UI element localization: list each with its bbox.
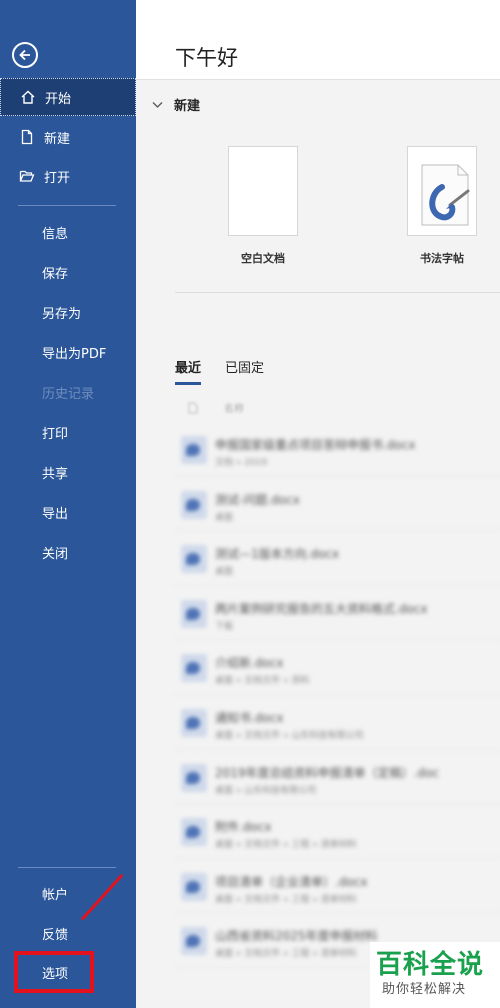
nav-open[interactable]: 打开 bbox=[0, 157, 136, 195]
nav-info-label: 信息 bbox=[42, 226, 69, 242]
nav-export-label: 导出 bbox=[42, 506, 69, 522]
nav-new-label: 新建 bbox=[44, 131, 71, 147]
word-doc-icon bbox=[181, 654, 207, 683]
nav-home[interactable]: 开始 bbox=[0, 78, 136, 116]
file-column-icon bbox=[188, 402, 198, 413]
file-name: 介绍新.docx bbox=[215, 656, 284, 671]
sidebar-divider bbox=[18, 205, 116, 206]
tab-pinned[interactable]: 已固定 bbox=[225, 357, 264, 385]
calligraphy-brush-icon bbox=[421, 164, 470, 226]
file-path: 桌面 » 文档文件 » 山东科技有限公司 bbox=[215, 730, 364, 741]
nav-share[interactable]: 共享 bbox=[0, 453, 136, 491]
list-item[interactable]: 2019年度总结资料申报清单（定稿）.doc 桌面 » 山东科技有限公司 bbox=[175, 750, 500, 805]
nav-share-label: 共享 bbox=[42, 466, 69, 482]
list-item[interactable]: 申报国家级重点项目答辩申报书.docx 文档 » 2019 bbox=[175, 422, 500, 477]
new-section-toggle[interactable]: 新建 bbox=[152, 95, 200, 114]
word-doc-icon bbox=[181, 490, 207, 519]
nav-save-as-label: 另存为 bbox=[42, 306, 82, 322]
word-doc-icon bbox=[181, 599, 207, 628]
file-name: 测试-问题.docx bbox=[215, 492, 300, 507]
file-path: 桌面 bbox=[215, 512, 234, 523]
list-item[interactable]: 两片案例研究报告的五大资料格式.docx 下载 bbox=[175, 586, 500, 641]
folder-open-icon bbox=[18, 167, 36, 185]
recent-tabs: 最近 已固定 bbox=[175, 357, 288, 385]
file-path: 文档 » 2019 bbox=[215, 458, 268, 468]
file-path: 下载 bbox=[215, 621, 234, 632]
word-doc-icon bbox=[181, 872, 207, 901]
nav-home-label: 开始 bbox=[45, 91, 72, 107]
nav-account-label: 帐户 bbox=[42, 887, 69, 903]
list-item[interactable]: 测试—1版本方向.docx 桌面 bbox=[175, 531, 500, 586]
file-path: 桌面 bbox=[215, 567, 234, 578]
nav-feedback-label: 反馈 bbox=[42, 927, 69, 943]
file-name: 2019年度总结资料申报清单（定稿）.doc bbox=[215, 765, 439, 780]
nav-feedback[interactable]: 反馈 bbox=[0, 914, 136, 952]
recent-file-list: 申报国家级重点项目答辩申报书.docx 文档 » 2019 测试-问题.docx… bbox=[175, 422, 500, 968]
word-doc-icon bbox=[181, 436, 207, 464]
nav-export-pdf-label: 导出为PDF bbox=[42, 346, 107, 362]
watermark-title: 百科全说 bbox=[376, 950, 485, 980]
word-doc-icon bbox=[181, 818, 207, 847]
nav-info[interactable]: 信息 bbox=[0, 213, 136, 251]
annotation-highlight-box bbox=[14, 951, 94, 993]
nav-export-pdf[interactable]: 导出为PDF bbox=[0, 333, 136, 371]
nav-print-label: 打印 bbox=[42, 426, 69, 442]
recent-list-header: 名称 bbox=[188, 400, 244, 415]
backstage-sidebar: 开始 新建 打开 信息 保存 另存为 导出为PDF 历史记录 打印 共享 导出 … bbox=[0, 0, 136, 1008]
list-item[interactable]: 测试-问题.docx 桌面 bbox=[175, 477, 500, 532]
file-path: 桌面 » 文档文件 » 工程 » 清单材料 bbox=[215, 949, 357, 960]
word-doc-icon bbox=[181, 763, 207, 792]
file-path: 桌面 » 文档文件 » 工程 » 清单材料 bbox=[215, 894, 357, 905]
file-name: 附件.docx bbox=[215, 820, 272, 835]
word-doc-icon bbox=[181, 545, 207, 574]
file-name: 山西省资料2025年度申报材料 bbox=[215, 929, 378, 944]
file-path: 桌面 » 文档文件 » 工程 » 清单材料 bbox=[215, 840, 357, 851]
nav-print[interactable]: 打印 bbox=[0, 413, 136, 451]
chevron-down-icon bbox=[152, 101, 164, 109]
file-name: 两片案例研究报告的五大资料格式.docx bbox=[215, 601, 428, 616]
nav-history: 历史记录 bbox=[0, 373, 136, 411]
list-item[interactable]: 附件.docx 桌面 » 文档文件 » 工程 » 清单材料 bbox=[175, 804, 500, 859]
home-icon bbox=[19, 88, 37, 106]
file-path: 桌面 » 文档文件 » 资料 bbox=[215, 676, 310, 687]
nav-save-label: 保存 bbox=[42, 266, 69, 282]
name-column-label: 名称 bbox=[224, 404, 244, 415]
list-item[interactable]: 介绍新.docx 桌面 » 文档文件 » 资料 bbox=[175, 640, 500, 695]
list-item[interactable]: 通知书.docx 桌面 » 文档文件 » 山东科技有限公司 bbox=[175, 695, 500, 750]
tab-recent[interactable]: 最近 bbox=[175, 357, 202, 385]
template-blank-label: 空白文档 bbox=[241, 252, 285, 265]
nav-open-label: 打开 bbox=[44, 170, 71, 186]
new-section-label: 新建 bbox=[174, 99, 201, 114]
nav-export[interactable]: 导出 bbox=[0, 493, 136, 531]
list-item[interactable]: 项目清单（企业清单）.docx 桌面 » 文档文件 » 工程 » 清单材料 bbox=[175, 859, 500, 914]
nav-save-as[interactable]: 另存为 bbox=[0, 293, 136, 331]
template-calligraphy-label: 书法字帖 bbox=[420, 252, 464, 265]
calligraphy-thumbnail bbox=[407, 146, 477, 236]
file-name: 项目清单（企业清单）.docx bbox=[215, 874, 368, 889]
greeting-title: 下午好 bbox=[175, 46, 238, 70]
word-doc-icon bbox=[181, 708, 207, 737]
nav-save[interactable]: 保存 bbox=[0, 253, 136, 291]
back-button[interactable] bbox=[12, 42, 38, 68]
nav-new[interactable]: 新建 bbox=[0, 118, 136, 156]
back-arrow-icon bbox=[19, 49, 30, 61]
file-name: 测试—1版本方向.docx bbox=[215, 547, 340, 562]
template-calligraphy[interactable]: 书法字帖 bbox=[407, 146, 477, 266]
word-doc-icon bbox=[181, 927, 207, 956]
file-path: 桌面 » 山东科技有限公司 bbox=[215, 785, 317, 796]
template-blank-document[interactable]: 空白文档 bbox=[228, 146, 298, 266]
nav-history-label: 历史记录 bbox=[42, 386, 95, 402]
blank-document-thumbnail bbox=[228, 146, 298, 236]
new-file-icon bbox=[18, 128, 36, 146]
nav-close[interactable]: 关闭 bbox=[0, 533, 136, 571]
file-name: 申报国家级重点项目答辩申报书.docx bbox=[215, 438, 416, 452]
watermark-logo: 百科全说 助你轻松解决 bbox=[370, 942, 500, 1008]
watermark-subtitle: 助你轻松解决 bbox=[382, 982, 467, 997]
section-divider bbox=[175, 292, 500, 293]
nav-close-label: 关闭 bbox=[42, 546, 69, 562]
sidebar-divider-bottom bbox=[18, 867, 116, 868]
file-name: 通知书.docx bbox=[215, 710, 284, 725]
